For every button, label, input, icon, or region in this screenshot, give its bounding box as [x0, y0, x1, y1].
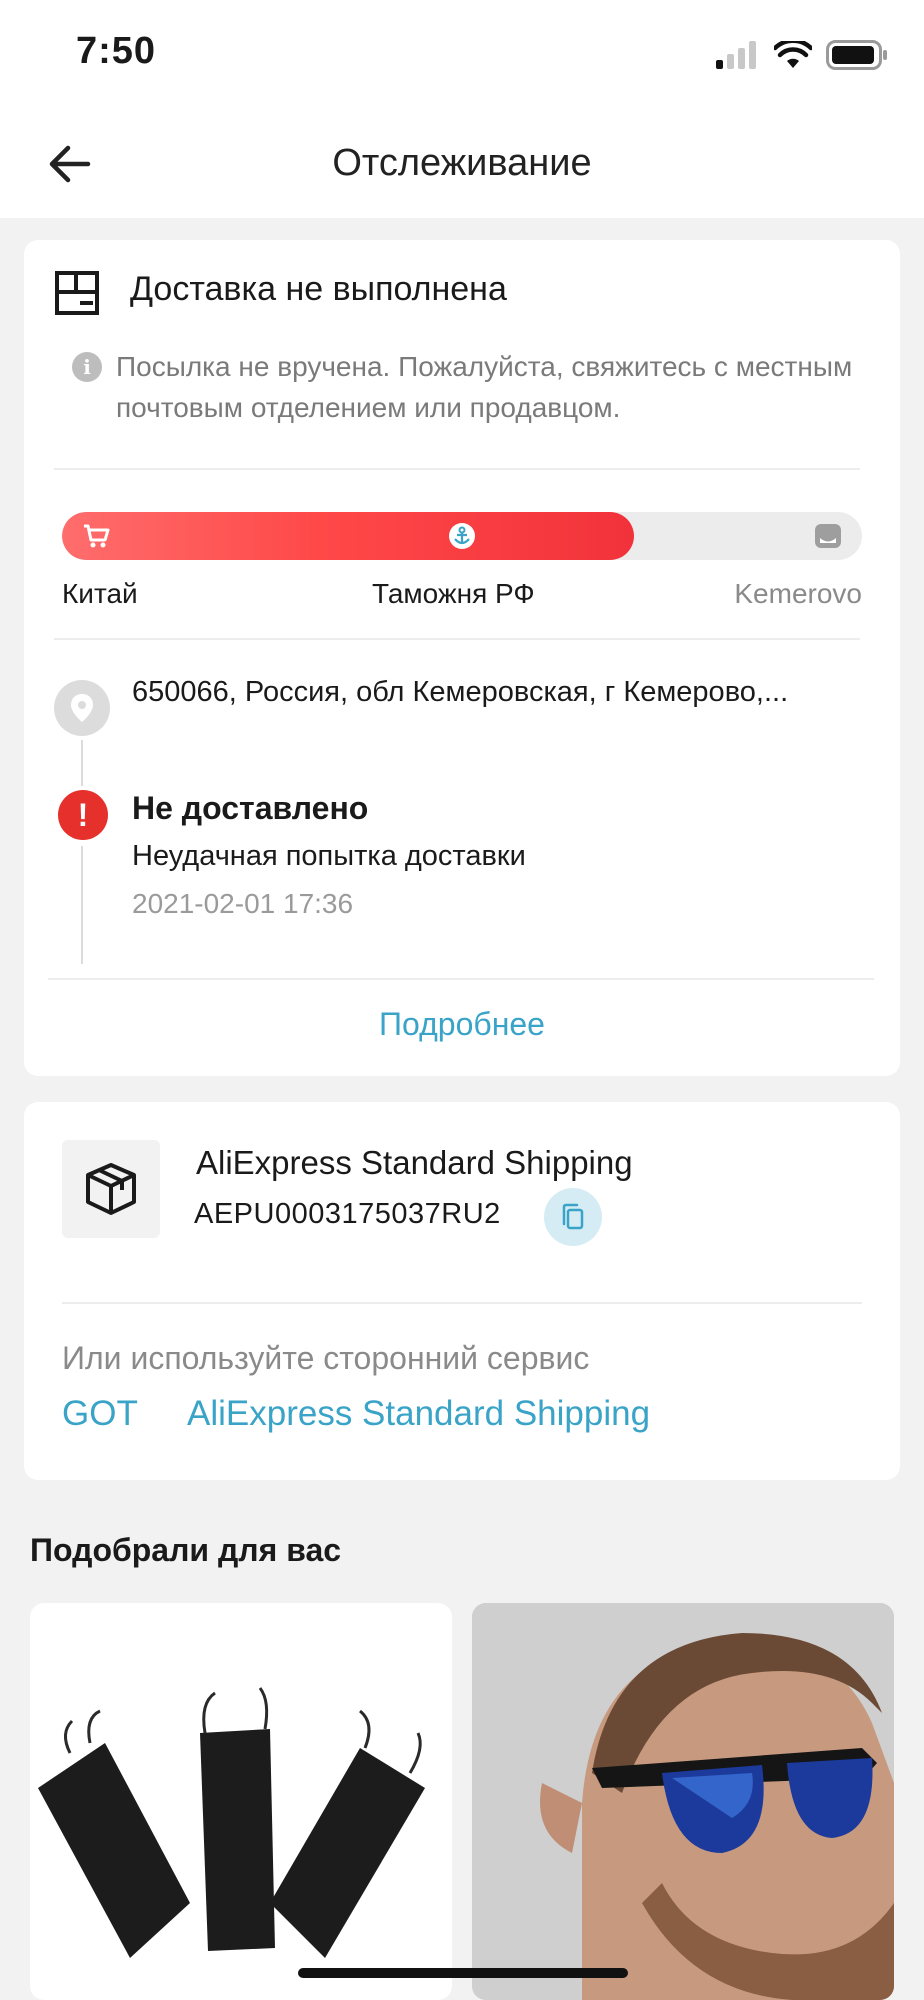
recommendations-title: Подобрали для вас — [30, 1532, 342, 1568]
progress-fill — [62, 512, 634, 560]
progress-label-destination: Kemerovo — [734, 578, 862, 609]
package-icon — [62, 1140, 160, 1238]
location-pin-icon — [54, 680, 110, 736]
divider — [62, 1302, 862, 1304]
event-date: 2021-02-01 17:36 — [132, 888, 354, 919]
shipping-card: AliExpress Standard Shipping AEPU0003175… — [24, 1102, 900, 1480]
carrier-link-got[interactable]: GOT — [62, 1394, 138, 1434]
timeline-line — [81, 846, 83, 964]
tracking-card: Доставка не выполнена i Посылка не вруче… — [24, 240, 900, 1076]
product-card-sunglasses[interactable] — [472, 1603, 894, 2000]
progress-label-origin: Китай — [62, 578, 138, 609]
nav-bar: Отслеживание — [0, 110, 924, 218]
timeline-line — [81, 740, 83, 786]
error-icon: ! — [58, 790, 108, 840]
carrier-link-aliexpress[interactable]: AliExpress Standard Shipping — [187, 1394, 650, 1434]
home-indicator — [298, 1968, 628, 1978]
delivery-info-text: Посылка не вручена. Пожалуйста, свяжитес… — [116, 351, 853, 423]
divider — [54, 638, 860, 640]
wifi-icon — [774, 41, 812, 68]
shipping-service-name: AliExpress Standard Shipping — [196, 1144, 633, 1181]
tracking-number: AEPU0003175037RU2 — [194, 1198, 501, 1230]
product-image-pouches — [38, 1687, 425, 1958]
page-title: Отслеживание — [332, 142, 592, 184]
copy-icon[interactable] — [544, 1188, 602, 1246]
product-image-sunglasses-model — [472, 1603, 894, 2000]
info-icon: i — [72, 352, 102, 382]
divider — [48, 978, 874, 980]
signal-icon — [716, 41, 756, 69]
delivery-progress-bar — [62, 512, 862, 560]
event-description: Неудачная попытка доставки — [132, 840, 526, 872]
anchor-icon — [449, 523, 475, 549]
event-title: Не доставлено — [132, 790, 369, 826]
clock: 7:50 — [76, 30, 157, 72]
cart-icon — [84, 524, 110, 548]
progress-label-customs: Таможня РФ — [372, 578, 535, 609]
battery-icon — [826, 40, 887, 70]
product-card-glasses-pouches[interactable] — [30, 1603, 452, 2000]
mailbox-icon — [815, 524, 841, 548]
delivery-address: 650066, Россия, обл Кемеровская, г Кемер… — [132, 676, 789, 708]
more-details-button[interactable]: Подробнее — [24, 1006, 900, 1043]
status-bar: 7:50 — [0, 0, 924, 110]
delivery-box-icon — [55, 271, 99, 315]
third-party-service-label: Или используйте сторонний сервис — [62, 1340, 590, 1376]
status-icons — [716, 40, 888, 70]
delivery-status-title: Доставка не выполнена — [130, 270, 507, 308]
divider — [54, 468, 860, 470]
